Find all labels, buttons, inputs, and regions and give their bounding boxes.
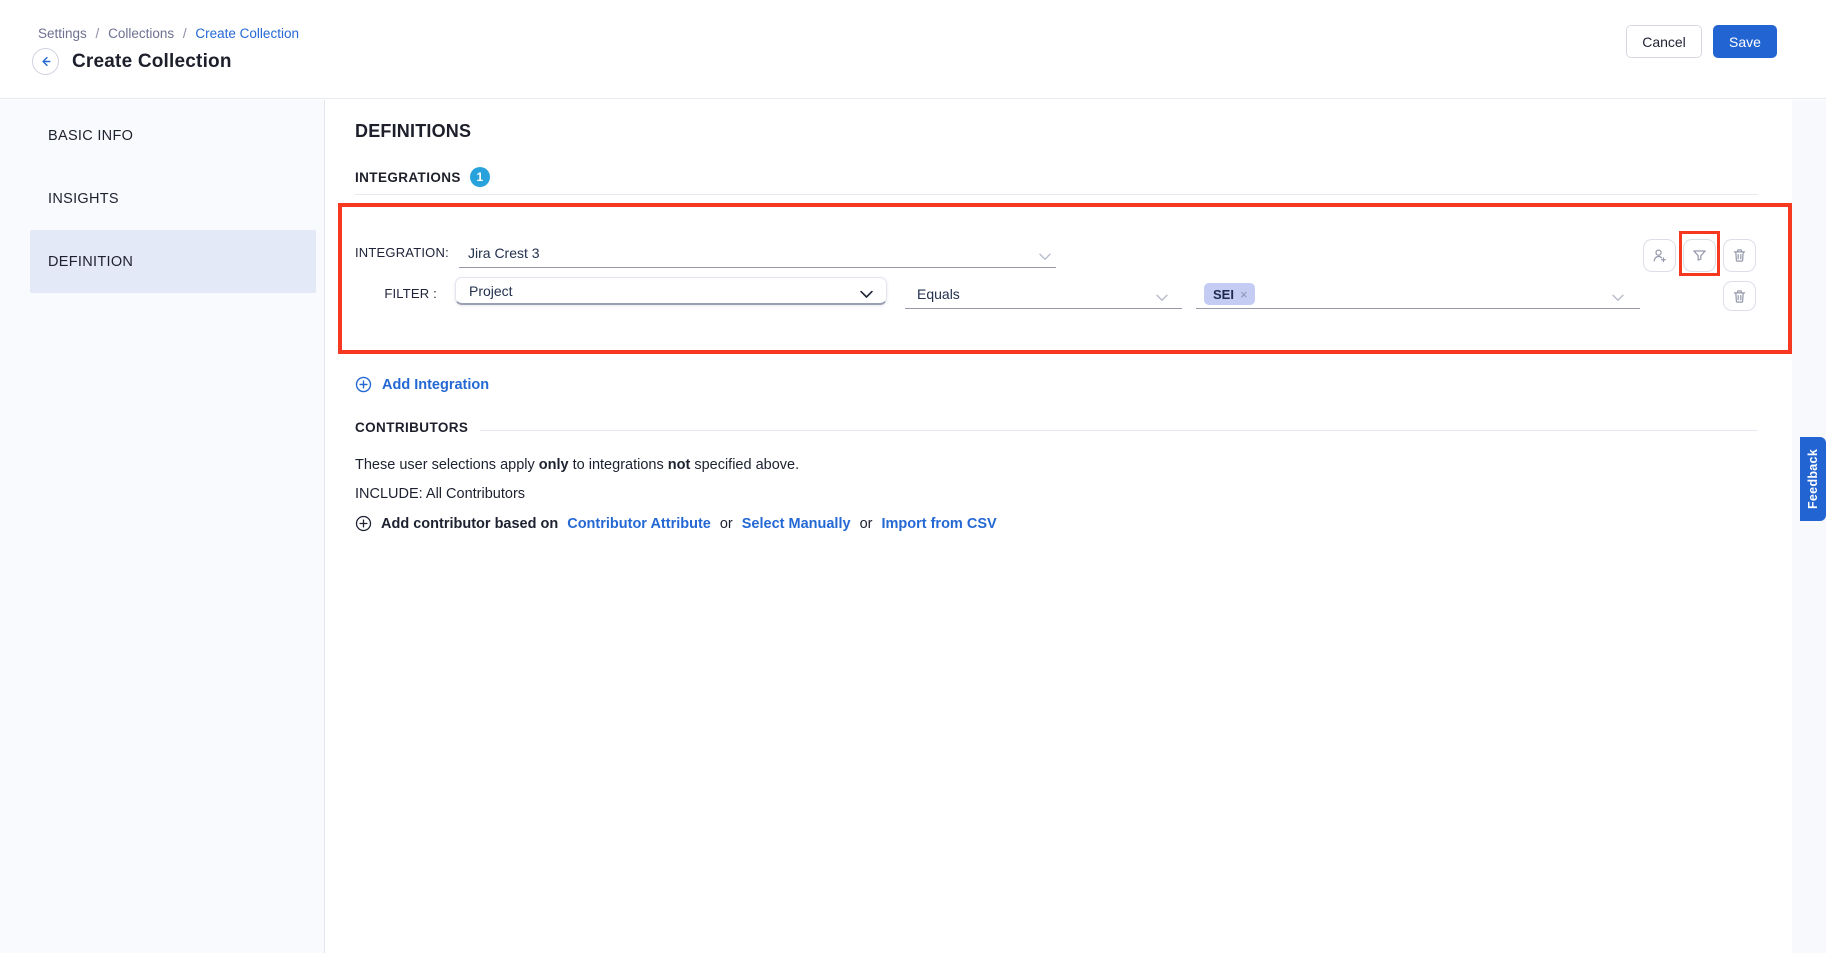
sidebar-item-definition[interactable]: DEFINITION <box>30 230 316 293</box>
add-user-button[interactable] <box>1643 239 1676 272</box>
chevron-down-icon <box>1612 289 1624 305</box>
remove-tag-icon[interactable]: × <box>1240 287 1248 302</box>
page-gutter <box>1792 100 1826 953</box>
circle-plus-icon <box>355 376 372 393</box>
integrations-heading: INTEGRATIONS <box>355 170 461 185</box>
back-button[interactable] <box>32 48 59 75</box>
select-manually-link[interactable]: Select Manually <box>742 516 851 532</box>
filter-field-value: Project <box>469 283 513 299</box>
delete-integration-button[interactable] <box>1723 239 1756 272</box>
arrow-left-icon <box>39 55 52 68</box>
integration-select-value: Jira Crest 3 <box>468 245 540 261</box>
definition-panel: DEFINITIONS INTEGRATIONS 1 INTEGRATION: … <box>325 100 1792 953</box>
integration-card: INTEGRATION: Jira Crest 3 FILTER : Proje… <box>338 203 1792 354</box>
trash-icon <box>1731 247 1748 264</box>
tag-label: SEI <box>1213 287 1234 302</box>
breadcrumb-separator: / <box>183 26 187 41</box>
import-from-csv-link[interactable]: Import from CSV <box>881 516 996 532</box>
note-bold: only <box>539 457 569 473</box>
filter-operator-select[interactable]: Equals <box>905 280 1182 309</box>
integration-select[interactable]: Jira Crest 3 <box>459 239 1056 268</box>
or-text: or <box>860 516 873 532</box>
circle-plus-icon <box>355 515 372 532</box>
contributor-attribute-link[interactable]: Contributor Attribute <box>567 516 711 532</box>
note-bold: not <box>668 457 691 473</box>
note-text: These user selections apply <box>355 457 535 473</box>
breadcrumb-collections[interactable]: Collections <box>108 26 174 41</box>
filter-value-tag: SEI × <box>1204 283 1255 305</box>
or-text: or <box>720 516 733 532</box>
divider <box>480 430 1758 431</box>
settings-sidebar: BASIC INFO INSIGHTS DEFINITION <box>0 100 325 953</box>
delete-filter-button[interactable] <box>1723 281 1756 311</box>
contributors-heading: CONTRIBUTORS <box>355 420 468 435</box>
breadcrumb-separator: / <box>96 26 100 41</box>
filter-values-select[interactable]: SEI × <box>1196 280 1640 309</box>
sidebar-item-label: INSIGHTS <box>48 191 119 207</box>
save-button[interactable]: Save <box>1713 25 1777 58</box>
add-integration-link[interactable]: Add Integration <box>355 376 489 393</box>
add-integration-label: Add Integration <box>382 377 489 393</box>
filter-button[interactable] <box>1683 239 1716 272</box>
sidebar-item-basic-info[interactable]: BASIC INFO <box>30 104 316 167</box>
add-contributor-prefix: Add contributor based on <box>381 516 558 532</box>
page-header: Settings / Collections / Create Collecti… <box>0 0 1826 99</box>
contributors-note: These user selections apply only to inte… <box>355 457 1758 473</box>
sidebar-item-label: BASIC INFO <box>48 128 133 144</box>
filter-field-select[interactable]: Project <box>455 277 887 305</box>
sidebar-item-label: DEFINITION <box>48 254 133 270</box>
filter-funnel-icon <box>1691 247 1708 264</box>
note-text: specified above. <box>694 457 799 473</box>
breadcrumb-create-collection[interactable]: Create Collection <box>195 26 299 41</box>
include-line: INCLUDE: All Contributors <box>355 486 1758 502</box>
note-text: to integrations <box>573 457 664 473</box>
add-user-icon <box>1651 247 1668 264</box>
filter-operator-value: Equals <box>917 286 960 302</box>
cancel-button[interactable]: Cancel <box>1626 25 1702 58</box>
add-contributor-row: Add contributor based on Contributor Att… <box>355 515 1758 532</box>
chevron-down-icon <box>1039 248 1051 264</box>
sidebar-item-insights[interactable]: INSIGHTS <box>30 167 316 230</box>
chevron-down-icon <box>1156 289 1168 305</box>
divider <box>355 194 1758 195</box>
breadcrumb: Settings / Collections / Create Collecti… <box>38 26 299 41</box>
integrations-count-badge: 1 <box>470 167 490 187</box>
chevron-down-icon <box>860 286 873 302</box>
breadcrumb-settings[interactable]: Settings <box>38 26 87 41</box>
page-title: Create Collection <box>72 51 232 73</box>
feedback-tab[interactable]: Feedback <box>1800 437 1826 521</box>
section-title: DEFINITIONS <box>355 100 1758 142</box>
trash-icon <box>1731 288 1748 305</box>
integration-label: INTEGRATION: <box>355 245 449 260</box>
filter-label: FILTER : <box>355 286 437 301</box>
